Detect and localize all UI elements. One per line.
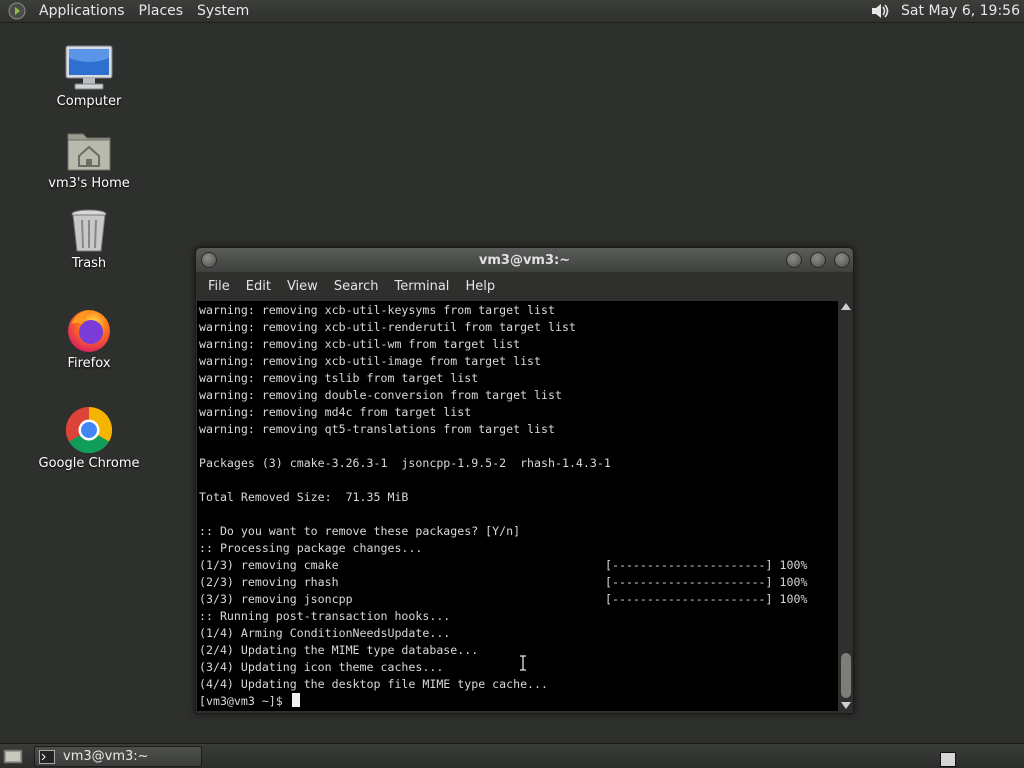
home-folder-icon	[63, 126, 115, 174]
desktop-icon-chrome[interactable]: Google Chrome	[29, 406, 149, 471]
desktop-icon-label: vm3's Home	[48, 176, 130, 191]
firefox-icon	[63, 306, 115, 354]
desktop-icon-label: Computer	[56, 94, 122, 109]
volume-icon[interactable]	[869, 1, 891, 21]
ibeam-cursor-icon	[520, 655, 526, 671]
terminal-line: warning: removing xcb-util-image from ta…	[199, 354, 542, 368]
progress-text: (1/3) removing cmake	[199, 558, 339, 572]
progress-line: (3/3) removing jsoncpp [----------------…	[199, 591, 838, 608]
scroll-up-icon[interactable]	[841, 303, 851, 310]
terminal-window[interactable]: vm3@vm3:~ File Edit View Search Terminal…	[195, 247, 854, 714]
places-menu[interactable]: Places	[132, 0, 191, 22]
window-menu-button[interactable]	[201, 252, 217, 268]
terminal-line: warning: removing xcb-util-renderutil fr…	[199, 320, 576, 334]
menu-help[interactable]: Help	[457, 279, 503, 294]
terminal-line: (4/4) Updating the desktop file MIME typ…	[199, 677, 549, 691]
desktop-icon-label: Firefox	[67, 356, 111, 371]
terminal-line: Total Removed Size: 71.35 MiB	[199, 490, 409, 504]
maximize-button[interactable]	[810, 252, 826, 268]
menu-search[interactable]: Search	[326, 279, 387, 294]
show-desktop-icon[interactable]	[3, 748, 23, 765]
clock[interactable]: Sat May 6, 19:56	[901, 3, 1024, 19]
applications-menu[interactable]: Applications	[32, 0, 132, 22]
terminal-line: (1/4) Arming ConditionNeedsUpdate...	[199, 626, 451, 640]
desktop-icon-label: Trash	[71, 256, 107, 271]
top-panel: Applications Places System Sat May 6, 19…	[0, 0, 1024, 23]
progress-bar: [----------------------] 100%	[605, 558, 808, 572]
terminal-line: Packages (3) cmake-3.26.3-1 jsoncpp-1.9.…	[199, 456, 611, 470]
terminal-line: :: Running post-transaction hooks...	[199, 609, 451, 623]
desktop-icon-computer[interactable]: Computer	[29, 44, 149, 109]
terminal-line: warning: removing xcb-util-keysyms from …	[199, 303, 555, 317]
scroll-down-icon[interactable]	[841, 702, 851, 709]
close-button[interactable]	[834, 252, 850, 268]
menu-edit[interactable]: Edit	[238, 279, 279, 294]
progress-text: (3/3) removing jsoncpp	[199, 592, 353, 606]
progress-line: (1/3) removing cmake [------------------…	[199, 557, 838, 574]
progress-text: (2/3) removing rhash	[199, 575, 339, 589]
terminal-line: warning: removing double-conversion from…	[199, 388, 562, 402]
system-menu[interactable]: System	[190, 0, 256, 22]
gnome-foot-icon[interactable]	[8, 2, 26, 20]
taskbar-label: vm3@vm3:~	[63, 749, 149, 764]
progress-bar: [----------------------] 100%	[605, 575, 808, 589]
terminal-line: :: Do you want to remove these packages?…	[199, 524, 521, 538]
text-cursor	[291, 693, 300, 707]
terminal-line: warning: removing xcb-util-wm from targe…	[199, 337, 521, 351]
window-title: vm3@vm3:~	[478, 252, 571, 268]
prompt-line[interactable]: [vm3@vm3 ~]$	[199, 693, 838, 710]
menu-view[interactable]: View	[279, 279, 326, 294]
taskbar-terminal-button[interactable]: vm3@vm3:~	[34, 746, 202, 767]
shell-prompt: [vm3@vm3 ~]$	[199, 694, 290, 708]
chrome-icon	[63, 406, 115, 454]
computer-icon	[63, 44, 115, 92]
minimize-button[interactable]	[786, 252, 802, 268]
desktop-icon-home[interactable]: vm3's Home	[29, 126, 149, 191]
workspace-switcher[interactable]	[940, 752, 956, 767]
terminal-scrollbar[interactable]	[839, 301, 853, 711]
progress-bar: [----------------------] 100%	[605, 592, 808, 606]
terminal-line: warning: removing qt5-translations from …	[199, 422, 555, 436]
progress-line: (2/3) removing rhash [------------------…	[199, 574, 838, 591]
terminal-menubar: File Edit View Search Terminal Help	[196, 272, 853, 300]
desktop-icon-label: Google Chrome	[38, 456, 140, 471]
terminal-icon	[39, 749, 55, 764]
menu-file[interactable]: File	[200, 279, 238, 294]
desktop-icon-firefox[interactable]: Firefox	[29, 306, 149, 371]
bottom-panel: vm3@vm3:~	[0, 743, 1024, 768]
terminal-line: warning: removing tslib from target list	[199, 371, 479, 385]
terminal-output[interactable]: warning: removing xcb-util-keysyms from …	[197, 301, 838, 711]
window-titlebar[interactable]: vm3@vm3:~	[196, 248, 853, 272]
terminal-line: :: Processing package changes...	[199, 541, 423, 555]
trash-icon	[63, 206, 115, 254]
scroll-thumb[interactable]	[841, 653, 851, 698]
menu-terminal[interactable]: Terminal	[386, 279, 457, 294]
terminal-line: warning: removing md4c from target list	[199, 405, 472, 419]
desktop-icon-trash[interactable]: Trash	[29, 206, 149, 271]
